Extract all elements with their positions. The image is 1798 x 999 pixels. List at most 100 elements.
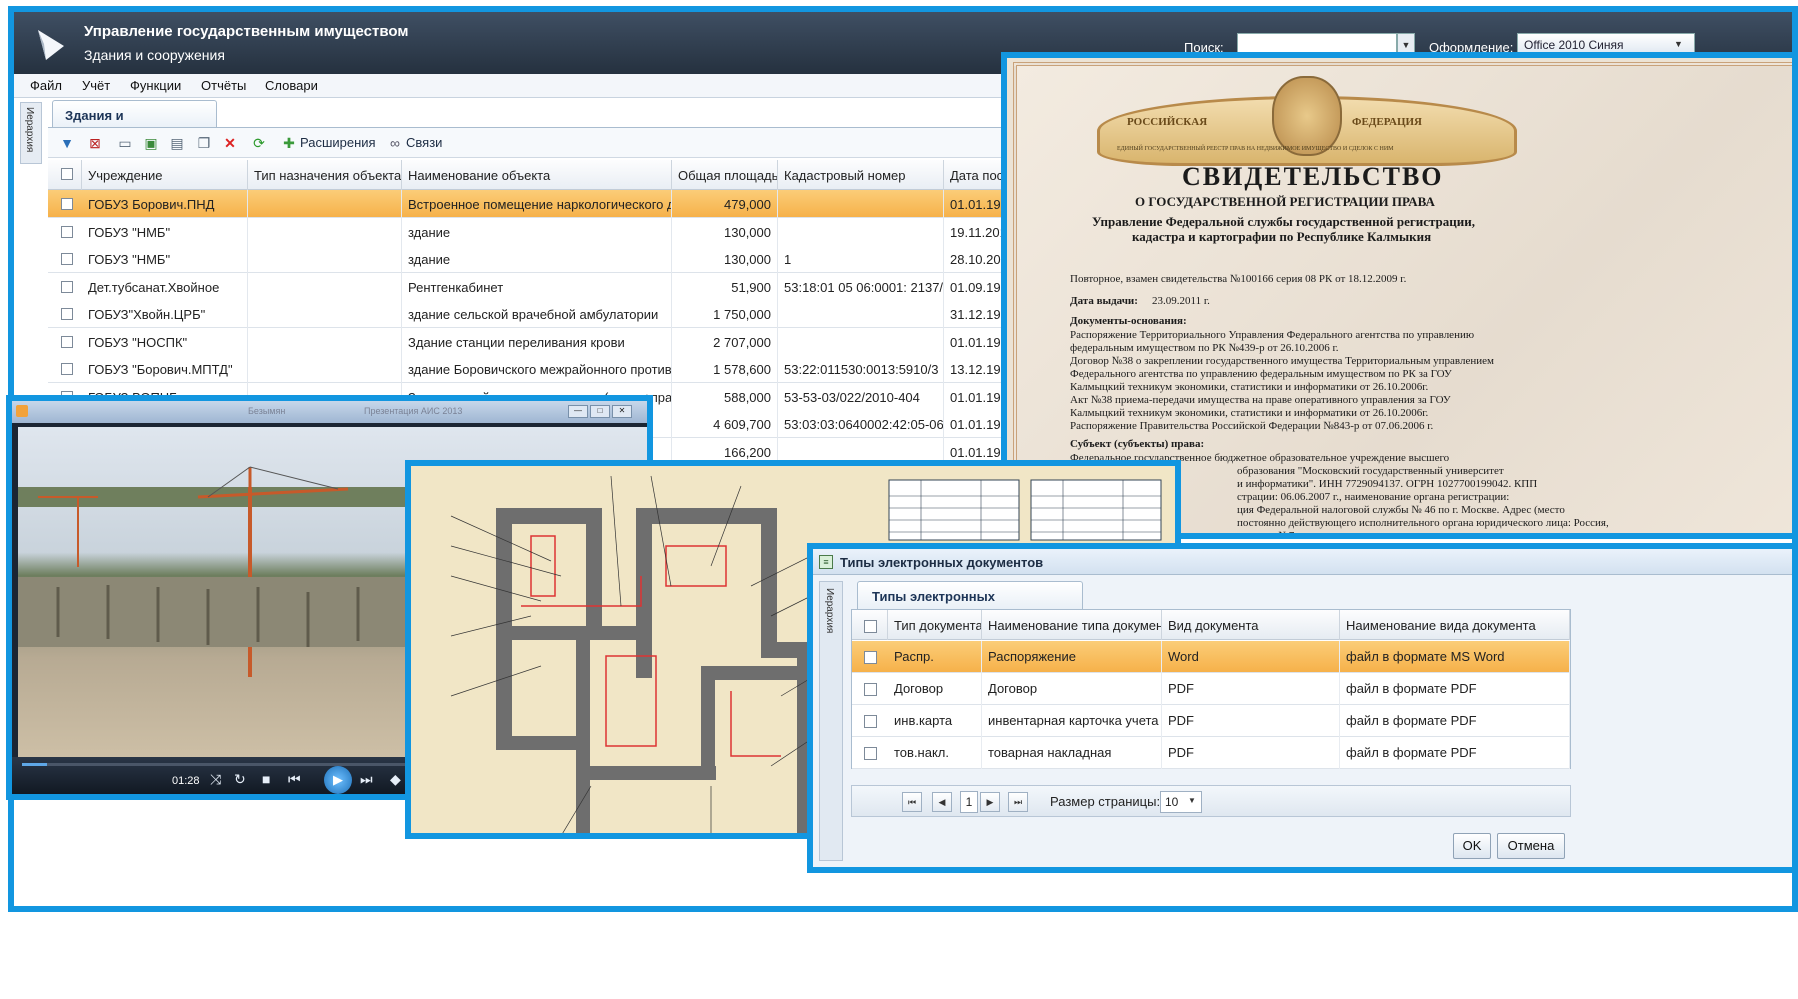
table-row[interactable]: Договор Договор PDF файл в формате PDF	[852, 673, 1570, 705]
dialog-select-all-checkbox[interactable]	[864, 620, 877, 633]
certificate-subtitle: О ГОСУДАРСТВЕННОЙ РЕГИСТРАЦИИ ПРАВА	[1135, 194, 1435, 209]
column-header[interactable]: Кадастровый номер	[778, 160, 944, 190]
column-header[interactable]: Общая площадь	[672, 160, 778, 190]
links-button[interactable]: Связи	[406, 135, 442, 150]
table-cell: здание Боровичского межрайонного противо…	[402, 355, 672, 383]
table-row[interactable]: тов.накл. товарная накладная PDF файл в фор…	[852, 737, 1570, 769]
tab-buildings[interactable]: Здания и сооружения	[52, 100, 217, 138]
row-checkbox[interactable]	[61, 280, 73, 293]
next-icon[interactable]: ⏭	[360, 771, 373, 788]
issue-date: 23.09.2011 г.	[1152, 295, 1210, 307]
menu-reports[interactable]: Отчёты	[201, 78, 246, 93]
play-icon[interactable]: ▶	[324, 766, 352, 794]
table-row[interactable]: инв.карта инвентарная карточка учета о PDF…	[852, 705, 1570, 737]
puzzle-icon[interactable]: ✚	[280, 134, 298, 152]
menu-file[interactable]: Файл	[30, 78, 62, 93]
shuffle-icon[interactable]: ⤨	[210, 771, 221, 788]
basis-line: Федерального агентства по управлению фед…	[1070, 368, 1452, 380]
table-cell: 130,000	[672, 217, 778, 246]
row-checkbox[interactable]	[864, 747, 877, 760]
delete-icon[interactable]: ✕	[221, 134, 239, 152]
filter-icon[interactable]: ▼	[58, 134, 76, 152]
row-checkbox[interactable]	[61, 225, 73, 238]
subject-line: ция Федеральной налоговой службы № 46 по…	[1237, 504, 1565, 516]
page-number-input[interactable]: 1	[960, 791, 978, 813]
table-row[interactable]: Распр. Распоряжение Word файл в формате MS …	[852, 641, 1570, 673]
row-checkbox[interactable]	[61, 335, 73, 348]
repeat-icon[interactable]: ↻	[234, 771, 246, 788]
table-cell: ГОБУЗ "НМБ"	[82, 217, 248, 246]
dialog-hierarchy-label: Иерархия	[824, 588, 835, 634]
table-cell: 588,000	[672, 382, 778, 411]
new-document-icon[interactable]: ▭	[116, 134, 134, 152]
dialog-column-header[interactable]: Наименование вида документа	[1340, 610, 1570, 640]
table-cell: 51,900	[672, 272, 778, 301]
chevron-down-icon[interactable]: ▼	[1674, 39, 1683, 49]
add-record-icon[interactable]: ▣	[142, 134, 160, 152]
table-cell: файл в формате PDF	[1340, 737, 1570, 769]
table-cell	[778, 300, 944, 328]
table-cell: 53:22:011530:0013:5910/3	[778, 355, 944, 383]
previous-page-icon[interactable]: ◀	[932, 792, 952, 812]
row-checkbox[interactable]	[864, 715, 877, 728]
links-icon[interactable]: ∞	[386, 134, 404, 152]
next-page-icon[interactable]: ▶	[980, 792, 1000, 812]
row-checkbox[interactable]	[61, 198, 73, 210]
minimize-icon[interactable]: —	[568, 405, 588, 418]
volume-icon[interactable]: ◆	[390, 771, 401, 788]
refresh-icon[interactable]: ⟳	[250, 134, 268, 152]
subject-line: страции: 06.06.2007 г., наименование орг…	[1237, 491, 1510, 503]
subject-label: Субъект (субъекты) права:	[1070, 438, 1205, 450]
table-cell	[248, 190, 402, 218]
stop-icon[interactable]: ■	[262, 771, 270, 787]
menu-dictionaries[interactable]: Словари	[265, 78, 318, 93]
select-all-checkbox[interactable]	[61, 168, 73, 180]
dialog-column-header[interactable]: Тип документа	[888, 610, 982, 640]
dialog-column-header[interactable]: Вид документа	[1162, 610, 1340, 640]
table-cell	[248, 327, 402, 356]
subject-line: постоянно действующего исполнительного о…	[1237, 517, 1609, 529]
edit-record-icon[interactable]: ▤	[168, 134, 186, 152]
column-header[interactable]: Тип назначения объекта	[248, 160, 402, 190]
menu-functions[interactable]: Функции	[130, 78, 181, 93]
column-header[interactable]: Учреждение	[82, 160, 248, 190]
select-all-header[interactable]	[48, 160, 82, 190]
table-cell	[778, 217, 944, 246]
table-cell: Договор	[982, 673, 1162, 705]
row-checkbox[interactable]	[61, 308, 73, 320]
row-checkbox[interactable]	[61, 253, 73, 265]
hierarchy-side-tab[interactable]: Иерархия	[20, 102, 42, 164]
table-cell: 130,000	[672, 245, 778, 273]
basis-line: федеральным имуществом по РК №439-р от 2…	[1070, 342, 1339, 354]
cancel-button[interactable]: Отмена	[1497, 833, 1565, 859]
ok-button[interactable]: OK	[1453, 833, 1491, 859]
clear-filter-icon[interactable]: ⊠	[86, 134, 104, 152]
subject-line: и информатики". ИНН 7729094137. ОГРН 102…	[1237, 478, 1538, 490]
table-cell: Дет.тубсанат.Хвойное	[82, 272, 248, 301]
table-cell: ГОБУЗ "НМБ"	[82, 245, 248, 273]
table-cell: PDF	[1162, 705, 1340, 737]
maximize-icon[interactable]: □	[590, 405, 610, 418]
row-checkbox[interactable]	[61, 363, 73, 375]
dialog-select-all-header[interactable]	[852, 610, 888, 640]
table-cell: Рентгенкабинет	[402, 272, 672, 301]
menu-accounting[interactable]: Учёт	[82, 78, 110, 93]
close-icon[interactable]: ✕	[612, 405, 632, 418]
last-page-icon[interactable]: ⏭	[1008, 792, 1028, 812]
document-list-icon: ≡	[819, 555, 833, 569]
dialog-column-header[interactable]: Наименование типа документа	[982, 610, 1162, 640]
dialog-hierarchy-tab[interactable]: Иерархия	[819, 581, 843, 861]
chevron-down-icon[interactable]: ▼	[1188, 796, 1196, 805]
column-header[interactable]: Наименование объекта	[402, 160, 672, 190]
dialog-grid-header: Тип документа Наименование типа документ…	[852, 610, 1570, 640]
row-checkbox[interactable]	[864, 651, 877, 664]
first-page-icon[interactable]: ⏮	[902, 792, 922, 812]
tab-document-types[interactable]: Типы электронных документов	[857, 581, 1083, 619]
table-cell: Договор	[888, 673, 982, 705]
extensions-button[interactable]: Расширения	[300, 135, 376, 150]
copy-record-icon[interactable]: ❐	[195, 134, 213, 152]
row-checkbox[interactable]	[864, 683, 877, 696]
basis-line: Калмыцкий техникум экономики, статистики…	[1070, 407, 1429, 419]
previous-icon[interactable]: ⏮	[288, 771, 301, 788]
table-cell: ГОБУЗ "НОСПК"	[82, 327, 248, 356]
